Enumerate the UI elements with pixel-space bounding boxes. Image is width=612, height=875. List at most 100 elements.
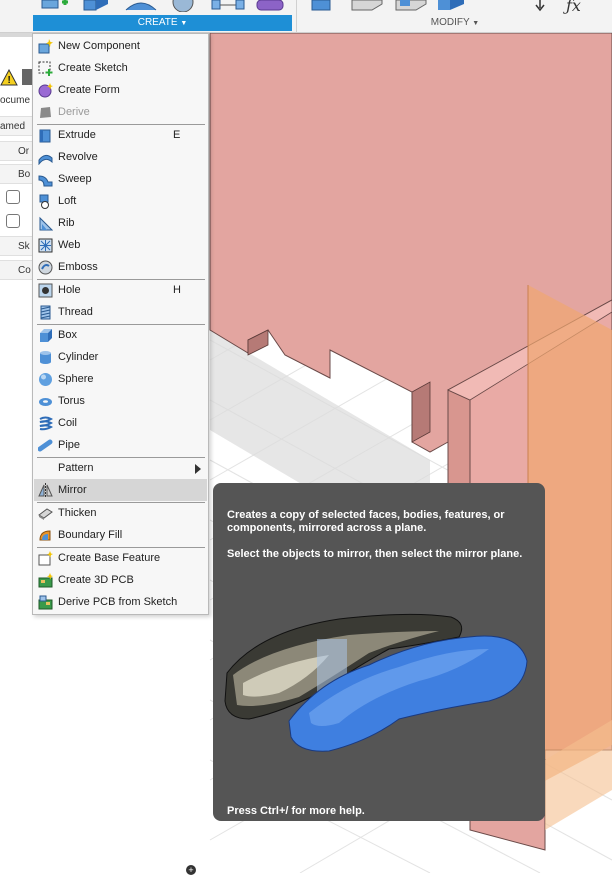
- tooltip-instruction: Select the objects to mirror, then selec…: [227, 548, 523, 560]
- menu-item-rib[interactable]: Rib: [34, 212, 207, 234]
- menu-item-label: Boundary Fill: [58, 529, 123, 541]
- menu-item-label: Sweep: [58, 173, 92, 185]
- emboss-icon: [38, 260, 53, 275]
- pipe-icon: [38, 439, 53, 452]
- thicken-icon: [38, 508, 53, 520]
- menu-item-coil[interactable]: Coil: [34, 412, 207, 434]
- menu-item-label: Create Sketch: [58, 62, 128, 74]
- derive-pcb-icon: [38, 595, 53, 610]
- panel-header-strip: [0, 33, 33, 37]
- parameters-button[interactable]: ƒx: [566, 0, 581, 15]
- toolbar: ƒx CREATE ▼ MODIFY ▼: [0, 0, 612, 33]
- browser-row-named-views[interactable]: amed: [0, 116, 33, 136]
- extrude-icon[interactable]: [82, 0, 112, 12]
- menu-item-label: Create Form: [58, 84, 120, 96]
- menu-item-pipe[interactable]: Pipe: [34, 434, 207, 456]
- menu-item-label: Pattern: [58, 462, 94, 474]
- menu-item-cylinder[interactable]: Cylinder: [34, 346, 207, 368]
- sweep-icon[interactable]: [255, 0, 287, 12]
- menu-item-label: Cylinder: [58, 351, 99, 363]
- menu-item-label: Thread: [58, 306, 93, 318]
- browser-row-bodies[interactable]: Bo: [0, 164, 33, 184]
- menu-item-box[interactable]: Box: [34, 324, 207, 346]
- menu-item-create-base-feature[interactable]: Create Base Feature: [34, 547, 207, 569]
- menu-item-label: Pipe: [58, 439, 81, 451]
- add-icon[interactable]: +: [186, 865, 196, 875]
- menu-item-boundary-fill[interactable]: Boundary Fill: [34, 524, 207, 546]
- browser-row-origin[interactable]: Or: [0, 141, 33, 161]
- browser-row-label: amed: [0, 121, 26, 132]
- menu-item-label: Mirror: [58, 484, 87, 496]
- derive-icon: [40, 107, 51, 118]
- menu-item-label: Derive PCB from Sketch: [58, 596, 178, 608]
- create-form-icon: [38, 83, 53, 98]
- menu-item-loft[interactable]: Loft: [34, 190, 207, 212]
- revolve-icon[interactable]: [124, 0, 158, 12]
- menu-item-label: Rib: [58, 217, 75, 229]
- menu-item-extrude[interactable]: Extrude E: [34, 124, 207, 146]
- menu-item-hole[interactable]: Hole H: [34, 279, 207, 301]
- fillet-icon[interactable]: [350, 0, 386, 12]
- menu-item-create-form[interactable]: Create Form: [34, 79, 207, 101]
- coil-icon: [39, 416, 53, 431]
- menu-item-label: Extrude: [58, 129, 96, 141]
- box-icon: [40, 329, 52, 342]
- dropdown-arrow-icon: ▼: [472, 20, 480, 27]
- menu-item-label: Emboss: [58, 261, 98, 273]
- menu-item-mirror[interactable]: Mirror: [34, 479, 207, 501]
- menu-item-sphere[interactable]: Sphere: [34, 368, 207, 390]
- menu-item-revolve[interactable]: Revolve: [34, 146, 207, 168]
- revolve-icon: [38, 154, 53, 165]
- menu-item-torus[interactable]: Torus: [34, 390, 207, 412]
- menu-item-thicken[interactable]: Thicken: [34, 502, 207, 524]
- menu-item-new-component[interactable]: New Component: [34, 35, 207, 57]
- web-icon: [38, 238, 53, 253]
- menu-item-label: Derive: [58, 106, 90, 118]
- browser-row-label: ocume: [0, 95, 31, 106]
- create-menu-label: CREATE: [137, 17, 178, 28]
- browser-row-label: Bo: [18, 169, 31, 180]
- create-base-feature-icon: [38, 551, 53, 566]
- align-down-icon[interactable]: [532, 0, 548, 12]
- menu-item-label: Hole: [58, 284, 81, 296]
- chamfer-icon[interactable]: [394, 0, 430, 12]
- hole-icon: [38, 283, 53, 298]
- menu-item-create-sketch[interactable]: Create Sketch: [34, 57, 207, 79]
- menu-item-create-3d-pcb[interactable]: Create 3D PCB: [34, 569, 207, 591]
- menu-item-sweep[interactable]: Sweep: [34, 168, 207, 190]
- warning-icon[interactable]: !: [0, 68, 18, 87]
- new-component-icon[interactable]: [40, 0, 70, 12]
- mirror-tooltip: Creates a copy of selected faces, bodies…: [213, 483, 545, 821]
- browser-row-sketches[interactable]: Sk: [0, 236, 33, 256]
- menu-item-label: Coil: [58, 417, 77, 429]
- shell-icon[interactable]: [436, 0, 472, 12]
- modify-menu-button[interactable]: MODIFY ▼: [400, 15, 510, 31]
- menu-item-emboss[interactable]: Emboss: [34, 256, 207, 278]
- create-dropdown-menu: New Component Create Sketch Create Form …: [32, 33, 209, 615]
- pattern-icon[interactable]: [210, 0, 250, 12]
- menu-item-label: Sphere: [58, 373, 94, 385]
- modify-menu-label: MODIFY: [430, 17, 470, 28]
- menu-item-derive-pcb-from-sketch[interactable]: Derive PCB from Sketch: [34, 591, 207, 613]
- thread-icon: [40, 305, 51, 320]
- menu-shortcut: H: [173, 284, 181, 296]
- sweep-icon: [38, 175, 53, 187]
- menu-item-pattern[interactable]: Pattern: [34, 457, 207, 479]
- menu-item-label: Revolve: [58, 151, 98, 163]
- menu-item-thread[interactable]: Thread: [34, 301, 207, 323]
- create-menu-button[interactable]: CREATE ▼: [33, 15, 292, 31]
- browser-row-document[interactable]: ocume: [0, 91, 33, 111]
- body-visibility-icon[interactable]: [6, 214, 20, 228]
- mirror-icon: [38, 483, 53, 498]
- menu-item-web[interactable]: Web: [34, 234, 207, 256]
- body-visibility-icon[interactable]: [6, 190, 20, 204]
- tooltip-help-hint: Press Ctrl+/ for more help.: [227, 805, 365, 817]
- press-pull-icon[interactable]: [310, 0, 336, 12]
- menu-item-label: Thicken: [58, 507, 97, 519]
- toolbar-divider: [296, 0, 297, 33]
- sphere-icon[interactable]: [168, 0, 198, 12]
- svg-text:!: !: [8, 75, 11, 86]
- browser-row-construction[interactable]: Co: [0, 260, 33, 280]
- cylinder-icon: [40, 351, 51, 364]
- extrude-icon: [39, 129, 51, 143]
